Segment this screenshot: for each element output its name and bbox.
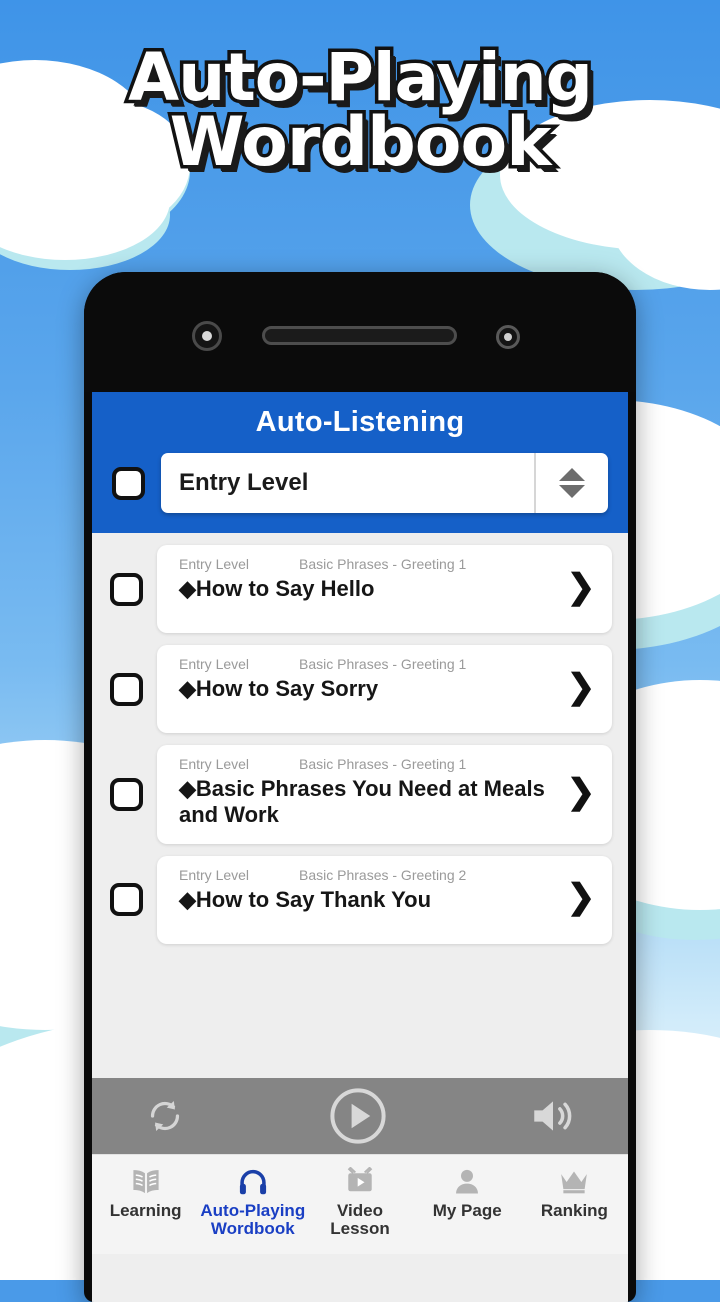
lesson-meta: Entry Level Basic Phrases - Greeting 1 [179,756,558,772]
chevron-right-icon[interactable]: ❯ [564,670,598,704]
triangle-down-icon[interactable] [559,485,585,498]
volume-icon [534,1101,572,1131]
nav-item-learning[interactable]: Learning [92,1165,199,1220]
play-circle-icon [330,1088,386,1144]
item-checkbox[interactable] [110,572,143,606]
headphones-icon [235,1165,271,1199]
nav-label: Learning [109,1201,182,1220]
lesson-level: Entry Level [179,866,250,883]
person-icon [451,1165,483,1199]
phone-mockup: Auto-Listening Entry Level Entry Level B… [84,272,636,1302]
play-button[interactable] [326,1084,390,1148]
level-select-value: Entry Level [179,469,309,496]
item-checkbox[interactable] [110,672,143,706]
list-item[interactable]: Entry Level Basic Phrases - Greeting 1 ◆… [92,545,628,633]
list-item[interactable]: Entry Level Basic Phrases - Greeting 1 ◆… [92,745,628,844]
lesson-title: ◆Basic Phrases You Need at Meals and Wor… [179,776,545,827]
proximity-sensor-icon [496,325,520,349]
crown-icon [557,1165,591,1199]
list-item[interactable]: Entry Level Basic Phrases - Greeting 1 ◆… [92,645,628,733]
select-all-checkbox[interactable] [112,466,145,500]
level-stepper[interactable] [534,453,608,513]
lesson-meta: Entry Level Basic Phrases - Greeting 2 [179,867,558,883]
lesson-card[interactable]: Entry Level Basic Phrases - Greeting 2 ◆… [157,855,612,944]
front-camera-icon [192,321,222,351]
book-icon [128,1165,164,1199]
volume-button[interactable] [528,1091,578,1141]
lesson-meta: Entry Level Basic Phrases - Greeting 1 [179,656,558,672]
phone-top-bezel [84,272,636,392]
tv-icon [343,1165,377,1199]
nav-label-line-1: Auto-Playing [200,1201,306,1220]
lesson-meta: Entry Level Basic Phrases - Greeting 1 [179,556,558,572]
repeat-button[interactable] [142,1093,188,1139]
lesson-level: Entry Level [179,556,250,572]
lesson-level: Entry Level [179,656,250,672]
bottom-navigation: Learning Auto-Playing Wordbook Video Les… [92,1154,628,1254]
item-checkbox[interactable] [110,777,143,811]
lesson-category: Basic Phrases - Greeting 1 [299,556,467,572]
page-title: Auto-Listening [255,406,465,438]
chevron-right-icon[interactable]: ❯ [564,570,598,604]
lesson-card[interactable]: Entry Level Basic Phrases - Greeting 1 ◆… [157,545,612,633]
item-checkbox[interactable] [110,883,143,917]
chevron-right-icon[interactable]: ❯ [564,880,598,914]
nav-item-my-page[interactable]: My Page [414,1165,521,1220]
nav-label-line-2: Wordbook [210,1218,295,1238]
nav-item-video-lesson[interactable]: Video Lesson [306,1165,413,1238]
lesson-category: Basic Phrases - Greeting 2 [299,866,467,883]
lesson-card-body: Entry Level Basic Phrases - Greeting 1 ◆… [179,756,558,828]
level-selector-row: Entry Level [92,453,628,519]
phone-screen: Auto-Listening Entry Level Entry Level B… [92,392,628,1302]
list-item[interactable]: Entry Level Basic Phrases - Greeting 2 ◆… [92,855,628,944]
promo-headline: Auto-Playing Wordbook [0,39,720,183]
nav-label: Video Lesson [330,1202,390,1238]
lesson-card[interactable]: Entry Level Basic Phrases - Greeting 1 ◆… [157,645,612,733]
lesson-category: Basic Phrases - Greeting 1 [299,756,467,772]
repeat-icon [150,1101,180,1131]
nav-label-line-2: Lesson [330,1218,390,1238]
headline-line-2: Wordbook [166,103,555,183]
nav-label: Ranking [540,1201,608,1220]
nav-item-auto-playing-wordbook[interactable]: Auto-Playing Wordbook [199,1165,306,1238]
lesson-title: ◆How to Say Thank You [179,886,432,912]
lesson-title: ◆How to Say Hello [179,576,375,601]
lesson-card[interactable]: Entry Level Basic Phrases - Greeting 1 ◆… [157,745,612,844]
nav-label-line-1: Video [337,1201,383,1220]
lesson-list[interactable]: Entry Level Basic Phrases - Greeting 1 ◆… [92,533,628,1078]
nav-label: Auto-Playing Wordbook [200,1202,305,1238]
headline-line-1: Auto-Playing [125,39,597,116]
lesson-category: Basic Phrases - Greeting 1 [299,656,467,672]
nav-item-ranking[interactable]: Ranking [521,1165,628,1220]
player-bar [92,1078,628,1154]
triangle-up-icon[interactable] [559,468,585,481]
lesson-card-body: Entry Level Basic Phrases - Greeting 1 ◆… [179,656,558,702]
lesson-card-body: Entry Level Basic Phrases - Greeting 2 ◆… [179,867,558,913]
lesson-title: ◆How to Say Sorry [179,676,379,701]
chevron-right-icon[interactable]: ❯ [564,775,598,809]
lesson-card-body: Entry Level Basic Phrases - Greeting 1 ◆… [179,556,558,602]
app-header: Auto-Listening Entry Level [92,392,628,533]
level-select[interactable]: Entry Level [161,453,608,513]
lesson-level: Entry Level [179,756,250,772]
nav-label: My Page [432,1201,502,1220]
earpiece-speaker [262,326,457,345]
